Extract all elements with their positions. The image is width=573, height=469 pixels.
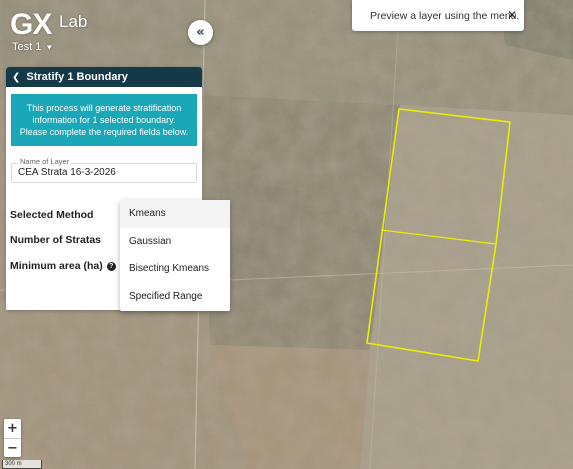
layer-name-field[interactable]: Name of Layer	[11, 157, 197, 183]
method-dropdown-menu: Kmeans Gaussian Bisecting Kmeans Specifi…	[120, 200, 230, 311]
notification-message: Preview a layer using the menu.	[370, 10, 520, 22]
number-of-stratas-label: Number of Stratas	[10, 234, 102, 246]
collapse-panel-button[interactable]: «	[188, 20, 213, 45]
help-icon[interactable]: ?	[106, 261, 116, 271]
zoom-controls: + −	[4, 419, 21, 457]
method-option-kmeans[interactable]: Kmeans	[120, 200, 230, 228]
workspace-name: Test 1	[12, 41, 42, 53]
selected-method-label: Selected Method	[10, 209, 94, 221]
layer-name-input[interactable]	[18, 167, 188, 178]
method-option-specified-range[interactable]: Specified Range	[120, 283, 230, 311]
chevron-left-icon: ❮	[12, 71, 21, 83]
chevron-down-icon: ▼	[45, 42, 54, 52]
logo: GX	[10, 8, 52, 41]
workspace-selector[interactable]: Test 1 ▼	[12, 41, 53, 53]
close-icon[interactable]: ✕	[507, 8, 517, 22]
double-chevron-left-icon: «	[196, 25, 205, 40]
info-text: This process will generate stratificatio…	[19, 103, 189, 137]
minimum-area-label: Minimum area (ha)	[10, 260, 103, 272]
logo-suffix: Lab	[59, 12, 88, 31]
scale-bar: 300 m	[2, 460, 42, 469]
method-option-bisecting-kmeans[interactable]: Bisecting Kmeans	[120, 255, 230, 283]
info-banner: This process will generate stratificatio…	[11, 94, 197, 146]
minimum-area-row: Minimum area (ha)?	[10, 260, 116, 272]
zoom-in-button[interactable]: +	[4, 419, 21, 439]
panel-back-header[interactable]: ❮ Stratify 1 Boundary	[6, 67, 202, 87]
panel-title: Stratify 1 Boundary	[26, 71, 128, 83]
notification-toast: Preview a layer using the menu. ✕	[352, 0, 524, 31]
layer-name-label: Name of Layer	[18, 157, 72, 166]
method-option-gaussian[interactable]: Gaussian	[120, 228, 230, 256]
zoom-out-button[interactable]: −	[4, 439, 21, 458]
brand-header: GX Lab Test 1 ▼	[8, 8, 202, 58]
